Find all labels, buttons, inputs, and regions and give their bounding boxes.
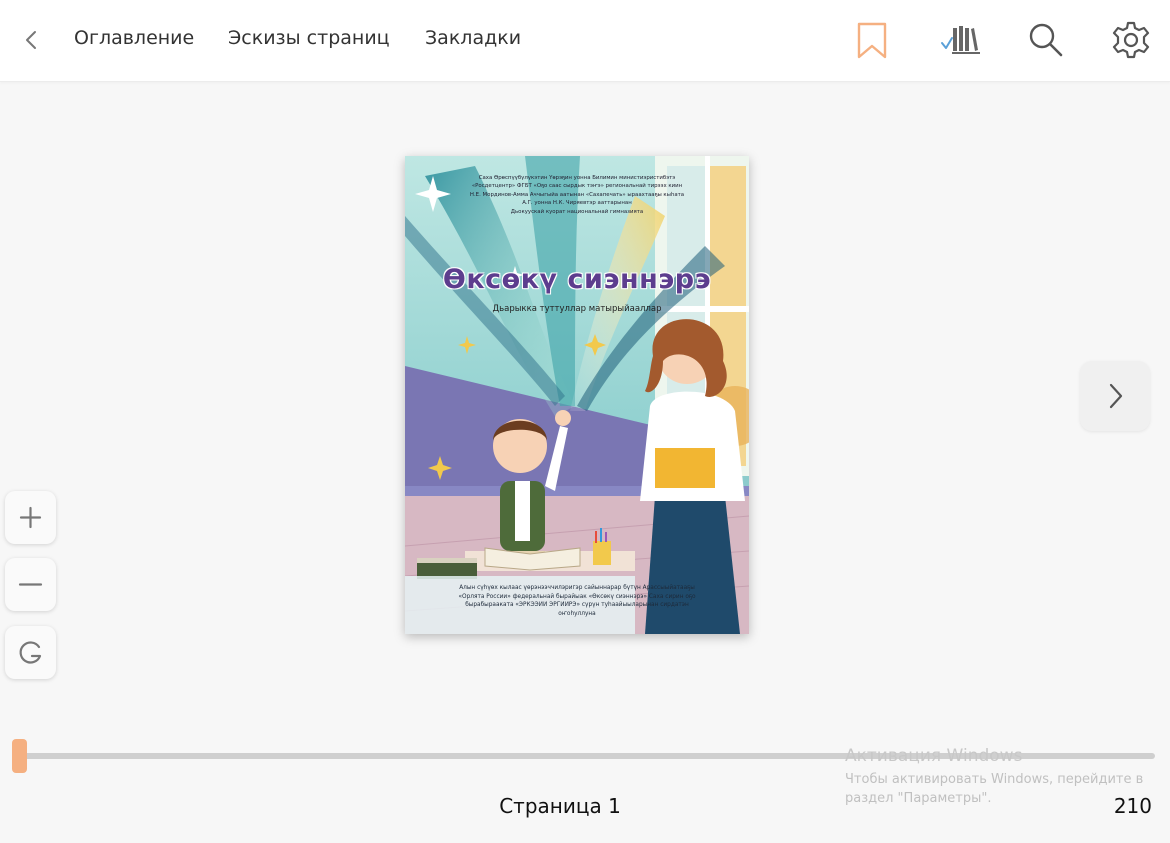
top-toolbar: Оглавление Эскизы страниц Закладки [0, 0, 1170, 82]
search-icon [1029, 23, 1063, 57]
zoom-in-button[interactable] [5, 491, 56, 544]
chevron-right-icon [1109, 383, 1123, 409]
windows-activation-title: Активация Windows [845, 746, 1023, 766]
credit-line: Дьокуускай куорат национальнай гимназият… [510, 208, 644, 215]
book-page[interactable]: Саха Өрөспүүбүлүкэтин Үөрэҕин уонна Били… [405, 156, 749, 634]
cover-title: Өксөкү сиэннэрэ [442, 264, 712, 295]
search-button[interactable] [1026, 20, 1066, 60]
credit-line: Саха Өрөспүүбүлүкэтин Үөрэҕин уонна Били… [478, 175, 676, 181]
back-button[interactable] [18, 24, 46, 56]
cover-bottom-text: Алын сүһүөх кылаас үөрэнээччилэригэр сай… [415, 584, 739, 618]
credit-line: А.Г. уонна Н.К. Чиряевтэр ааттарынан [522, 200, 632, 207]
reset-icon [19, 641, 42, 664]
credit-line: «Росдетцентр» ФГБТ «Оҕо саас сырдык тэҥэ… [471, 183, 683, 190]
nav-bookmarks[interactable]: Закладки [425, 27, 521, 49]
next-page-button[interactable] [1080, 361, 1150, 431]
settings-button[interactable] [1111, 20, 1151, 60]
zoom-out-button[interactable] [5, 558, 56, 611]
library-button[interactable] [940, 20, 980, 60]
bottom-line: бырабырааката «ЭРКЭЭЙИ ЭРГИИРЭ» сүрүн ту… [465, 602, 689, 609]
chevron-left-icon [26, 31, 36, 49]
minus-icon [18, 583, 43, 586]
page-slider-thumb[interactable] [11, 739, 27, 773]
library-icon [941, 26, 980, 54]
bottom-line: оҥоһуллуна [558, 610, 596, 617]
credit-line: Н.Е. Мординов-Амма Аччыгыйа аатынан «Сах… [469, 191, 685, 198]
bookmark-icon [857, 22, 887, 59]
bottom-line: «Орлята России» федеральнай бырайыак «Өк… [458, 593, 696, 600]
plus-icon [19, 506, 42, 529]
reset-zoom-button[interactable] [5, 626, 56, 679]
current-page-label: Страница 1 [499, 794, 621, 818]
cover-subtitle: Дьарыкка туттуллар матырыйааллар [492, 304, 662, 314]
cover-credits: Саха Өрөспүүбүлүкэтин Үөрэҕин уонна Били… [405, 174, 749, 216]
nav-contents[interactable]: Оглавление [74, 27, 194, 49]
cover-illustration [405, 156, 749, 634]
bookmark-button[interactable] [852, 20, 892, 60]
gear-icon [1112, 21, 1150, 59]
total-pages: 210 [1113, 794, 1152, 818]
bottom-line: Алын сүһүөх кылаас үөрэнээччилэригэр сай… [459, 585, 695, 591]
nav-thumbnails[interactable]: Эскизы страниц [228, 27, 390, 49]
